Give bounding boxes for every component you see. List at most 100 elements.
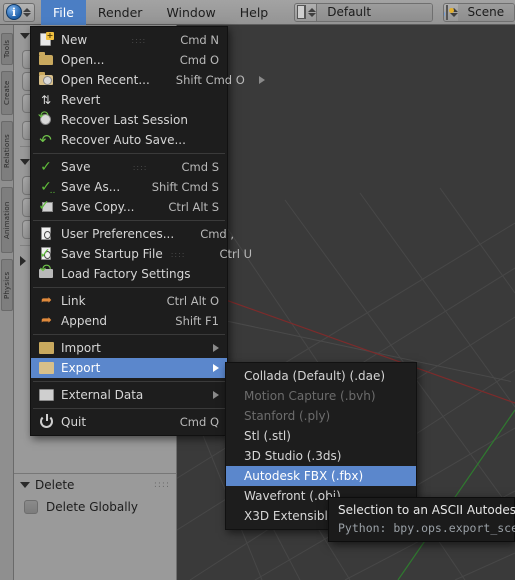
menu-item-link[interactable]: ➦ Link Ctrl Alt O xyxy=(31,291,227,311)
menu-item-export-label: Export xyxy=(61,361,101,375)
save-copy-icon: ✓ xyxy=(37,199,56,215)
menu-item-save-copy[interactable]: ✓ Save Copy... Ctrl Alt S xyxy=(31,197,227,217)
menu-item-open-recent-accel: Shift Cmd O xyxy=(175,73,245,87)
menu-grip-icon-3: :::: xyxy=(170,249,186,259)
open-folder-icon xyxy=(37,52,56,68)
delete-globally-row[interactable]: Delete Globally xyxy=(14,496,176,518)
menu-item-open[interactable]: Open... Cmd O xyxy=(31,50,227,70)
menu-item-recover-last-session[interactable]: ↶ Recover Last Session xyxy=(31,110,227,130)
menu-item-append-label: Append xyxy=(61,314,108,328)
editor-type-selector[interactable]: i xyxy=(3,2,35,22)
recover-autosave-icon: ↶ xyxy=(39,131,52,149)
collapse-triangle-icon xyxy=(20,33,30,39)
menu-help[interactable]: Help xyxy=(228,0,281,25)
quit-icon xyxy=(37,414,56,430)
screen-layout-name[interactable]: Default xyxy=(316,3,432,21)
save-as-icon: ✓.. xyxy=(40,179,56,196)
tooltip-description: Selection to an ASCII Autodesk FBX xyxy=(338,503,515,517)
info-icon: i xyxy=(6,4,22,20)
menu-item-save-copy-label: Save Copy... xyxy=(61,200,135,214)
menu-item-new-accel: Cmd N xyxy=(180,33,219,47)
collapse-triangle-icon-3 xyxy=(20,482,30,488)
menu-item-quit[interactable]: Quit Cmd Q xyxy=(31,412,227,432)
properties-tab-3[interactable]: Animation xyxy=(1,187,13,253)
menu-item-open-accel: Cmd O xyxy=(179,53,219,67)
export-item-autodesk-fbx-label: Autodesk FBX (.fbx) xyxy=(244,469,364,483)
export-item-stanford: Stanford (.ply) xyxy=(226,406,416,426)
export-item-autodesk-fbx[interactable]: Autodesk FBX (.fbx) xyxy=(226,466,416,486)
chevron-right-icon-open-recent xyxy=(258,76,265,84)
menu-item-load-factory-settings[interactable]: ↶ Load Factory Settings xyxy=(31,263,227,284)
properties-tab-0[interactable]: Tools xyxy=(1,33,13,65)
menu-item-user-preferences-accel: Cmd , xyxy=(200,227,235,241)
export-item-stanford-label: Stanford (.ply) xyxy=(244,409,331,423)
screen-layout-selector[interactable]: Default + × xyxy=(294,2,433,22)
menu-item-save-as-accel: Shift Cmd S xyxy=(151,180,219,194)
menu-item-export[interactable]: Export xyxy=(31,358,227,378)
scene-icon xyxy=(443,4,454,20)
menu-item-new-label: New xyxy=(61,33,88,47)
menu-item-open-label: Open... xyxy=(61,53,105,67)
menu-separator-5 xyxy=(33,381,225,382)
menu-window[interactable]: Window xyxy=(154,0,227,25)
menu-item-new[interactable]: + New :::: Cmd N xyxy=(31,30,227,50)
screen-layout-spinner-icon[interactable] xyxy=(308,7,317,17)
export-item-motion-capture-label: Motion Capture (.bvh) xyxy=(244,389,376,403)
menu-item-open-recent[interactable]: Open Recent... Shift Cmd O xyxy=(31,70,265,90)
export-item-stl-label: Stl (.stl) xyxy=(244,429,291,443)
external-data-icon xyxy=(37,387,56,403)
main-menu-bar: File Render Window Help xyxy=(41,0,280,25)
menu-item-append[interactable]: ➦ Append Shift F1 xyxy=(31,311,227,331)
menu-item-save-copy-accel: Ctrl Alt S xyxy=(168,200,219,214)
properties-tab-4[interactable]: Physics xyxy=(1,259,13,311)
new-file-icon: + xyxy=(37,32,56,48)
menu-file[interactable]: File xyxy=(41,0,86,25)
menu-item-external-data[interactable]: External Data xyxy=(31,385,227,405)
menu-separator-1 xyxy=(33,153,225,154)
chevron-right-icon-export xyxy=(213,364,219,372)
menu-item-quit-label: Quit xyxy=(61,415,87,429)
top-header-bar: i File Render Window Help Default + × Sc… xyxy=(0,0,515,25)
export-item-collada[interactable]: Collada (Default) (.dae) xyxy=(226,366,416,386)
blender-window: Tools Create Relations Animation Physics… xyxy=(0,0,515,580)
menu-item-user-preferences-label: User Preferences... xyxy=(61,227,175,241)
export-item-stl[interactable]: Stl (.stl) xyxy=(226,426,416,446)
menu-item-external-data-label: External Data xyxy=(61,388,144,402)
menu-item-import[interactable]: Import xyxy=(31,338,227,358)
menu-render[interactable]: Render xyxy=(86,0,155,25)
link-icon: ➦ xyxy=(41,293,52,308)
properties-tab-strip[interactable]: Tools Create Relations Animation Physics xyxy=(0,25,14,580)
properties-tab-1[interactable]: Create xyxy=(1,71,13,115)
menu-item-revert[interactable]: ⇅ Revert xyxy=(31,90,227,110)
menu-item-append-accel: Shift F1 xyxy=(175,314,219,328)
collapse-triangle-icon-2 xyxy=(20,159,30,165)
export-item-3d-studio[interactable]: 3D Studio (.3ds) xyxy=(226,446,416,466)
menu-item-save-startup-file[interactable]: ✓ Save Startup File :::: Ctrl U xyxy=(31,244,252,264)
preferences-icon xyxy=(37,226,56,242)
save-icon: ✓ xyxy=(40,159,52,175)
file-dropdown-menu[interactable]: + New :::: Cmd N Open... Cmd O Open Rece… xyxy=(30,26,265,436)
menu-item-save-as[interactable]: ✓.. Save As... Shift Cmd S xyxy=(31,177,227,197)
menu-item-recover-auto-save-label: Recover Auto Save... xyxy=(61,133,186,147)
menu-item-save-startup-file-label: Save Startup File xyxy=(61,247,163,261)
operator-panel-header[interactable]: Delete :::: xyxy=(14,474,176,496)
scene-selector[interactable]: Scene xyxy=(442,2,515,22)
export-item-3d-studio-label: 3D Studio (.3ds) xyxy=(244,449,342,463)
recover-session-icon: ↶ xyxy=(37,110,56,128)
menu-item-save[interactable]: ✓ Save :::: Cmd S xyxy=(31,157,227,177)
properties-tab-2[interactable]: Relations xyxy=(1,121,13,181)
delete-globally-checkbox[interactable] xyxy=(24,500,38,514)
menu-separator-6 xyxy=(33,408,225,409)
menu-item-recover-auto-save[interactable]: ↶ Recover Auto Save... xyxy=(31,130,227,150)
export-item-motion-capture: Motion Capture (.bvh) xyxy=(226,386,416,406)
menu-item-link-accel: Ctrl Alt O xyxy=(166,294,219,308)
scene-name[interactable]: Scene xyxy=(457,3,514,21)
menu-item-open-recent-label: Open Recent... xyxy=(61,73,150,87)
menu-item-user-preferences[interactable]: User Preferences... Cmd , xyxy=(31,224,234,244)
menu-separator-2 xyxy=(33,220,225,221)
editor-type-spinner-icon[interactable] xyxy=(23,7,32,17)
tooltip: Selection to an ASCII Autodesk FBX Pytho… xyxy=(328,497,515,542)
menu-item-quit-accel: Cmd Q xyxy=(179,415,219,429)
save-startup-icon: ✓ xyxy=(39,246,51,262)
menu-item-recover-last-session-label: Recover Last Session xyxy=(61,113,188,127)
